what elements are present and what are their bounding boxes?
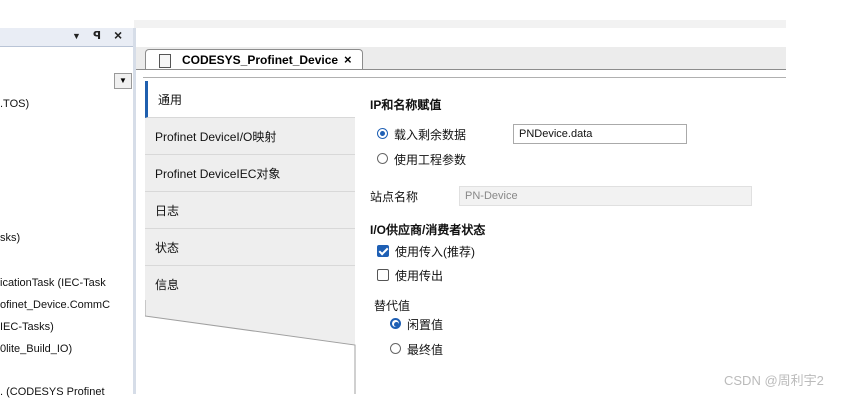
chevron-down-icon[interactable]: ▼ (114, 73, 132, 89)
checkbox-use-incoming[interactable] (377, 245, 389, 257)
close-icon[interactable]: × (114, 27, 122, 43)
tab-label: 日志 (155, 204, 180, 218)
checkbox-use-outgoing[interactable] (377, 269, 389, 281)
io-section-title: I/O供应商/消费者状态 (370, 223, 486, 237)
checkbox-use-outgoing-label: 使用传出 (395, 269, 444, 283)
radio-last-value[interactable] (390, 343, 401, 354)
tree-item[interactable]: . (CODESYS Profinet (0, 386, 105, 398)
tree-item[interactable]: icationTask (IEC-Task (0, 277, 106, 289)
device-icon (159, 54, 171, 68)
divider (143, 77, 786, 78)
close-icon[interactable]: × (344, 52, 352, 67)
radio-idle-value[interactable] (390, 318, 401, 329)
tab-label: 通用 (158, 93, 183, 107)
tab-log[interactable]: 日志 (145, 192, 355, 229)
tab-label: Profinet DeviceI/O映射 (155, 130, 277, 144)
tab-information[interactable]: 信息 (145, 266, 355, 303)
tab-panel-shadow (145, 300, 356, 394)
radio-use-project-params[interactable] (377, 153, 388, 164)
pin-icon[interactable]: ꟼ (93, 29, 101, 42)
tree-item[interactable]: .TOS) (0, 98, 29, 110)
checkbox-use-incoming-label: 使用传入(推荐) (395, 245, 475, 259)
tab-iec-objects[interactable]: Profinet DeviceIEC对象 (145, 155, 355, 192)
tab-label: 信息 (155, 278, 180, 292)
radio-last-value-label: 最终值 (407, 343, 444, 357)
tab-general[interactable]: 通用 (145, 81, 355, 118)
station-name-label: 站点名称 (370, 190, 419, 204)
tab-status[interactable]: 状态 (145, 229, 355, 266)
ip-section-title: IP和名称赋值 (370, 98, 442, 112)
watermark: CSDN @周利宇2 (724, 373, 824, 388)
tree-item[interactable]: 0lite_Build_IO) (0, 343, 72, 355)
tree-item[interactable]: IEC-Tasks) (0, 321, 54, 333)
station-name-input (459, 186, 752, 206)
radio-load-remanent-label: 载入剩余数据 (394, 128, 467, 142)
tree-item[interactable]: ofinet_Device.CommC (0, 299, 110, 311)
dropdown-icon[interactable]: ▼ (72, 31, 81, 41)
tab-codesys-profinet-device[interactable]: CODESYS_Profinet_Device × (145, 49, 363, 71)
remanent-file-input[interactable] (513, 124, 687, 144)
radio-use-project-params-label: 使用工程参数 (394, 153, 467, 167)
tab-label: Profinet DeviceIEC对象 (155, 167, 281, 181)
tree-item[interactable]: sks) (0, 232, 20, 244)
tab-label: CODESYS_Profinet_Device (182, 53, 339, 67)
substitute-title: 替代值 (374, 299, 411, 313)
tab-label: 状态 (155, 241, 180, 255)
radio-idle-value-label: 闲置值 (407, 318, 444, 332)
radio-load-remanent[interactable] (377, 128, 388, 139)
device-tree-toolbar: ▼ ꟼ × (0, 27, 134, 47)
tab-io-mapping[interactable]: Profinet DeviceI/O映射 (145, 118, 355, 155)
